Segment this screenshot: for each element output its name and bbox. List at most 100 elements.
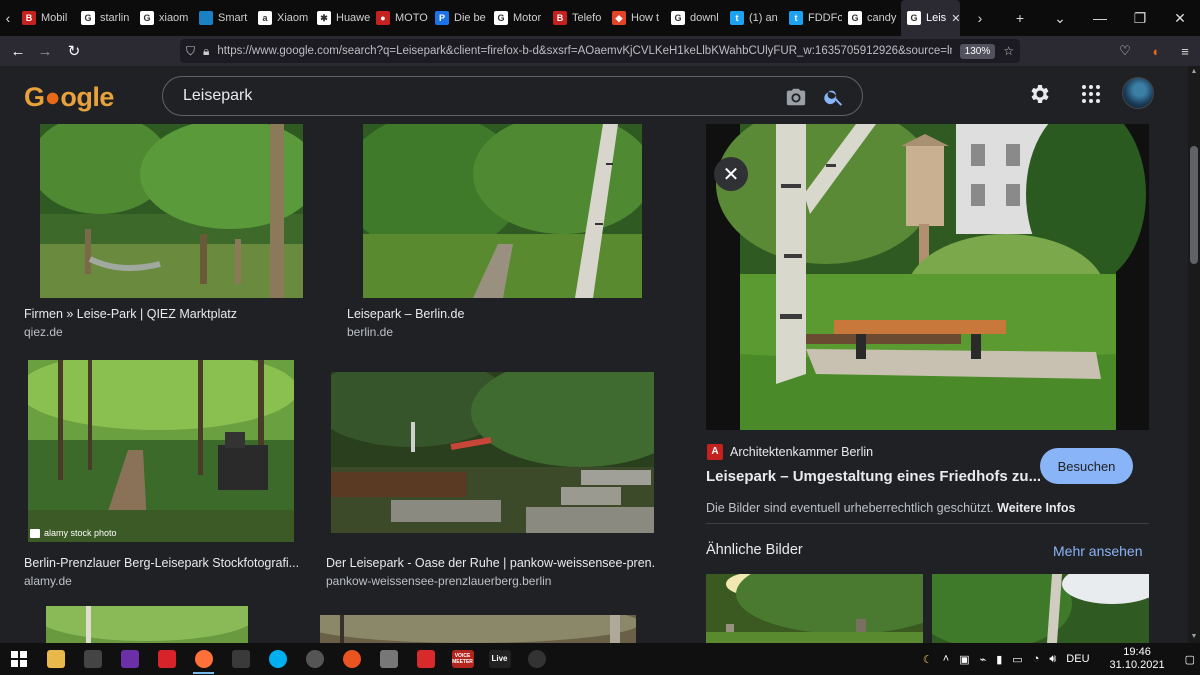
taskbar-app[interactable] (259, 643, 296, 675)
result-domain[interactable]: berlin.de (347, 325, 393, 339)
taskbar-app[interactable]: VOICE MEETER (444, 643, 481, 675)
browser-tab[interactable]: ● MOTO (370, 0, 429, 36)
tab-scroll-right-icon[interactable]: › (960, 10, 1000, 26)
close-tab-icon[interactable]: ✕ (951, 12, 960, 25)
result-title[interactable]: Leisepark – Berlin.de (347, 307, 647, 321)
browser-tab[interactable]: B Telefo (547, 0, 606, 36)
reload-button[interactable]: ↻ (59, 36, 89, 66)
preview-image[interactable] (706, 104, 1149, 430)
clock[interactable]: 19:46 31.10.2021 (1095, 646, 1180, 672)
network-icon[interactable]: ◔ (1028, 653, 1045, 665)
restore-button[interactable]: ❐ (1120, 10, 1160, 27)
apps-grid-icon[interactable] (1079, 82, 1103, 106)
result-card[interactable]: alamy stock photo Berlin-Prenzlauer Berg… (0, 360, 320, 590)
back-button[interactable]: ← (3, 36, 33, 66)
taskbar-app[interactable]: Live (481, 643, 518, 675)
result-title[interactable]: Firmen » Leise-Park | QIEZ Marktplatz (24, 307, 304, 321)
similar-image[interactable] (706, 574, 923, 643)
shield-icon[interactable]: ⛉ (186, 44, 195, 59)
taskbar-app[interactable] (370, 643, 407, 675)
preview-title[interactable]: Leisepark – Umgestaltung eines Friedhofs… (706, 468, 1041, 485)
scroll-thumb[interactable] (1190, 146, 1198, 264)
browser-tab[interactable]: Smart (193, 0, 252, 36)
browser-tab[interactable]: ◆ How t (606, 0, 665, 36)
taskbar-app[interactable] (296, 643, 333, 675)
result-card[interactable]: Leisepark – Berlin.de berlin.de (322, 124, 662, 344)
menu-icon[interactable]: ≡ (1170, 44, 1200, 59)
bluetooth-icon[interactable]: ⌁ (975, 653, 992, 666)
result-image[interactable] (40, 124, 303, 298)
search-input[interactable]: Leisepark (183, 87, 252, 105)
scroll-down-icon[interactable]: ▼ (1188, 631, 1200, 643)
taskbar-app[interactable] (37, 643, 74, 675)
tray-icon[interactable]: ▣ (954, 653, 974, 666)
browser-tab[interactable]: t (1) an (724, 0, 783, 36)
url-bar[interactable]: ⛉ 🔒︎ https://www.google.com/search?q=Lei… (180, 39, 1020, 63)
similar-image[interactable] (932, 574, 1149, 643)
minimize-button[interactable]: — (1080, 10, 1120, 26)
result-domain[interactable]: qiez.de (24, 325, 63, 339)
browser-tab[interactable]: t FDDFo (783, 0, 842, 36)
url-text[interactable]: https://www.google.com/search?q=Leisepar… (217, 45, 951, 57)
tab-scroll-left-icon[interactable]: ‹ (0, 0, 16, 36)
avatar[interactable] (1122, 77, 1154, 109)
result-card[interactable] (320, 615, 636, 643)
volume-icon[interactable]: 🔊︎ (1044, 653, 1061, 666)
result-domain[interactable]: pankow-weissensee-prenzlauerberg.berlin (326, 574, 551, 588)
microphone-icon[interactable]: ▮ (991, 653, 1007, 666)
taskbar-app[interactable] (222, 643, 259, 675)
tray-chevron-icon[interactable]: ˄ (938, 653, 954, 665)
close-preview-button[interactable]: ✕ (714, 157, 748, 191)
battery-icon[interactable]: ▭ (1007, 653, 1027, 666)
tab-list-chevron-icon[interactable]: ⌄ (1040, 10, 1080, 27)
browser-tab[interactable]: Gstarlin (75, 0, 134, 36)
gear-icon[interactable] (1028, 82, 1052, 106)
browser-tab[interactable]: Gcandy (842, 0, 901, 36)
more-info-link[interactable]: Weitere Infos (997, 501, 1075, 515)
forward-button[interactable]: → (30, 36, 60, 66)
taskbar-app[interactable] (518, 643, 555, 675)
page-scrollbar[interactable]: ▲ ▼ (1188, 66, 1200, 643)
visit-button[interactable]: Besuchen (1040, 448, 1133, 484)
pocket-icon[interactable]: ♡ (1110, 43, 1140, 59)
extension-icon[interactable]: ◖ (1140, 44, 1170, 59)
night-mode-icon[interactable]: ☾ (918, 653, 938, 666)
see-more-link[interactable]: Mehr ansehen (1053, 543, 1143, 559)
browser-tab[interactable]: B Mobil (16, 0, 75, 36)
google-logo[interactable]: G●ogle (24, 82, 114, 113)
browser-tab[interactable]: G Leis ✕ (901, 0, 960, 36)
bookmark-star-icon[interactable]: ☆ (1003, 44, 1014, 58)
taskbar-app[interactable] (74, 643, 111, 675)
source-name[interactable]: Architektenkammer Berlin (730, 445, 873, 459)
taskbar-app[interactable] (185, 643, 222, 675)
scroll-up-icon[interactable]: ▲ (1188, 66, 1200, 78)
result-card[interactable] (46, 606, 248, 643)
notifications-icon[interactable]: ▢ (1180, 653, 1200, 666)
result-card[interactable]: Firmen » Leise-Park | QIEZ Marktplatz qi… (0, 124, 320, 344)
start-button[interactable] (0, 643, 37, 675)
taskbar-app[interactable] (333, 643, 370, 675)
browser-tab[interactable]: ✱ Huawe (311, 0, 370, 36)
new-tab-button[interactable]: + (1000, 10, 1040, 26)
result-domain[interactable]: alamy.de (24, 574, 72, 588)
camera-icon[interactable] (785, 86, 807, 108)
taskbar-app[interactable] (407, 643, 444, 675)
browser-tab[interactable]: Gdownl (665, 0, 724, 36)
close-window-button[interactable]: ✕ (1160, 10, 1200, 27)
taskbar-app[interactable] (111, 643, 148, 675)
taskbar-app[interactable] (148, 643, 185, 675)
search-icon[interactable] (823, 86, 845, 108)
result-card[interactable]: Der Leisepark - Oase der Ruhe | pankow-w… (322, 360, 662, 590)
result-image[interactable] (320, 615, 636, 643)
result-title[interactable]: Berlin-Prenzlauer Berg-Leisepark Stockfo… (24, 556, 298, 570)
lock-icon[interactable]: 🔒︎ (203, 44, 209, 59)
input-language[interactable]: DEU (1061, 653, 1094, 665)
search-box[interactable]: Leisepark (162, 76, 863, 116)
result-image[interactable] (331, 372, 654, 533)
result-image[interactable]: alamy stock photo (28, 360, 294, 542)
browser-tab[interactable]: P Die be (429, 0, 488, 36)
browser-tab[interactable]: Gxiaom (134, 0, 193, 36)
zoom-level[interactable]: 130% (959, 43, 996, 59)
result-image[interactable] (46, 606, 248, 643)
result-image[interactable] (363, 124, 642, 298)
